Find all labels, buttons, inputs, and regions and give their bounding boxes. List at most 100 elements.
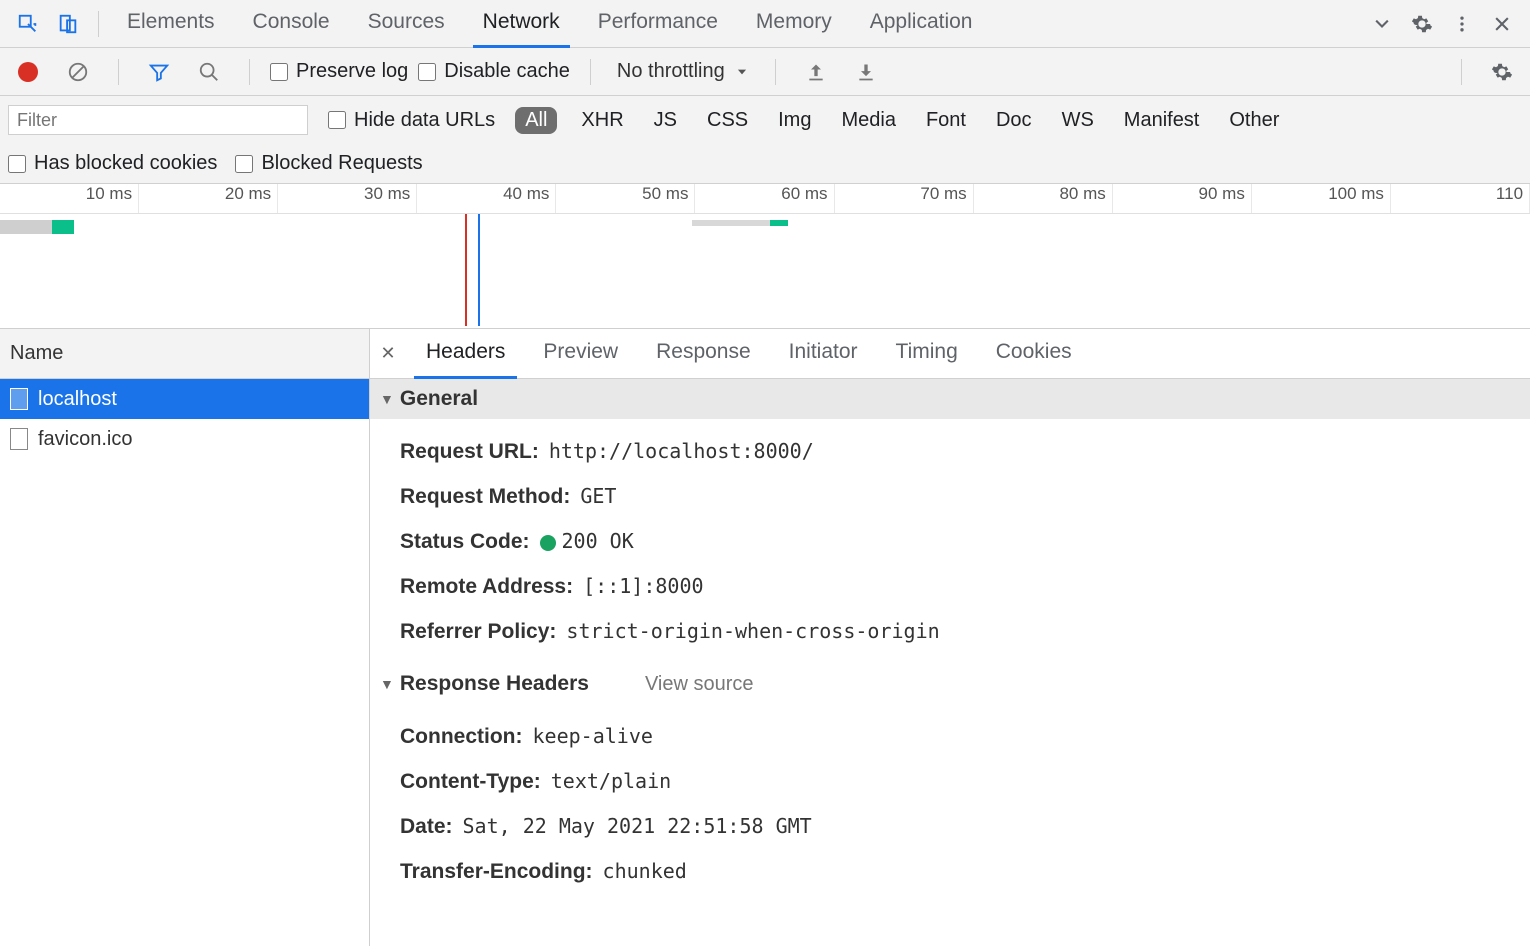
filter-pill-all[interactable]: All (515, 107, 557, 134)
devtools-main-toolbar: Elements Console Sources Network Performance… (0, 0, 1530, 48)
request-detail-pane: ✕ Headers Preview Response Initiator Timing C… (370, 329, 1530, 946)
request-list-pane: Name localhost favicon.ico (0, 329, 370, 946)
transfer-encoding-value: chunked (603, 859, 687, 883)
blocked-requests-label: Blocked Requests (261, 152, 422, 175)
filter-pill-media[interactable]: Media (835, 107, 901, 134)
status-dot-icon (540, 535, 556, 551)
has-blocked-cookies-label: Has blocked cookies (34, 152, 217, 175)
filter-pill-xhr[interactable]: XHR (575, 107, 629, 134)
general-block: Request URL:http://localhost:8000/ Reque… (370, 419, 1530, 664)
divider (1461, 59, 1462, 85)
name-column-header[interactable]: Name (0, 329, 369, 379)
detail-tab-timing[interactable]: Timing (884, 329, 970, 379)
panel-tabs: Elements Console Sources Network Performance… (109, 0, 1362, 48)
date-value: Sat, 22 May 2021 22:51:58 GMT (463, 814, 812, 838)
divider (98, 11, 99, 37)
disable-cache-label: Disable cache (444, 60, 570, 83)
timeline-tick: 80 ms (974, 184, 1113, 213)
network-settings-gear-icon[interactable] (1486, 56, 1518, 88)
close-icon[interactable] (1486, 8, 1518, 40)
filter-pill-css[interactable]: CSS (701, 107, 754, 134)
referrer-policy-value: strict-origin-when-cross-origin (566, 619, 939, 643)
filter-bar: Hide data URLs All XHR JS CSS Img Media Font Do… (0, 96, 1530, 144)
general-label: General (400, 387, 478, 411)
remote-address-key: Remote Address: (400, 575, 573, 599)
detail-tab-response[interactable]: Response (644, 329, 763, 379)
preserve-log-label: Preserve log (296, 60, 408, 83)
hide-data-urls-checkbox[interactable]: Hide data URLs (328, 109, 495, 132)
load-line (478, 214, 480, 326)
timeline-ruler: 10 ms20 ms30 ms40 ms50 ms60 ms70 ms80 ms… (0, 184, 1530, 214)
request-name: favicon.ico (38, 428, 133, 451)
general-section-header[interactable]: ▼ General (370, 379, 1530, 419)
tab-console[interactable]: Console (243, 0, 340, 48)
tab-sources[interactable]: Sources (358, 0, 455, 48)
timeline-tick: 20 ms (139, 184, 278, 213)
request-row[interactable]: localhost (0, 379, 369, 419)
clear-icon[interactable] (62, 56, 94, 88)
tab-application[interactable]: Application (860, 0, 983, 48)
request-row[interactable]: favicon.ico (0, 419, 369, 459)
divider (249, 59, 250, 85)
timeline-overview[interactable]: 10 ms20 ms30 ms40 ms50 ms60 ms70 ms80 ms… (0, 184, 1530, 329)
response-headers-block: Connection:keep-alive Content-Type:text/… (370, 704, 1530, 904)
filter-input[interactable] (8, 105, 308, 135)
remote-address-value: [::1]:8000 (583, 574, 703, 598)
download-icon[interactable] (850, 56, 882, 88)
detail-tab-headers[interactable]: Headers (414, 329, 517, 379)
device-toggle-icon[interactable] (52, 8, 84, 40)
kebab-menu-icon[interactable] (1446, 8, 1478, 40)
detail-tab-initiator[interactable]: Initiator (777, 329, 870, 379)
detail-tab-cookies[interactable]: Cookies (984, 329, 1084, 379)
response-headers-section-header[interactable]: ▼ Response Headers View source (370, 664, 1530, 704)
timeline-tick: 110 (1391, 184, 1530, 213)
tab-elements[interactable]: Elements (117, 0, 225, 48)
content-type-key: Content-Type: (400, 770, 541, 794)
has-blocked-cookies-checkbox[interactable]: Has blocked cookies (8, 152, 217, 175)
view-source-link[interactable]: View source (645, 673, 754, 696)
filter-pill-doc[interactable]: Doc (990, 107, 1038, 134)
disable-cache-checkbox[interactable]: Disable cache (418, 60, 570, 83)
tab-performance[interactable]: Performance (588, 0, 728, 48)
network-content: Name localhost favicon.ico ✕ Headers Previ… (0, 329, 1530, 946)
timeline-tick: 40 ms (417, 184, 556, 213)
filter-icon[interactable] (143, 56, 175, 88)
timeline-body (0, 214, 1530, 326)
document-icon (10, 428, 28, 450)
dom-content-loaded-line (465, 214, 467, 326)
timeline-bar (0, 220, 52, 234)
filter-pill-js[interactable]: JS (648, 107, 683, 134)
more-panels-icon[interactable] (1366, 8, 1398, 40)
request-name: localhost (38, 388, 117, 411)
upload-icon[interactable] (800, 56, 832, 88)
timeline-bar (52, 220, 74, 234)
close-details-icon[interactable]: ✕ (376, 342, 400, 366)
tab-memory[interactable]: Memory (746, 0, 842, 48)
hide-data-urls-label: Hide data URLs (354, 109, 495, 132)
timeline-tick: 10 ms (0, 184, 139, 213)
transfer-encoding-key: Transfer-Encoding: (400, 860, 593, 884)
tab-network[interactable]: Network (473, 0, 570, 48)
record-icon[interactable] (12, 56, 44, 88)
filter-pill-font[interactable]: Font (920, 107, 972, 134)
status-code-key: Status Code: (400, 530, 530, 554)
filter-pill-img[interactable]: Img (772, 107, 817, 134)
gear-icon[interactable] (1406, 8, 1438, 40)
throttling-select[interactable]: No throttling (611, 60, 755, 83)
filter-pill-other[interactable]: Other (1223, 107, 1285, 134)
detail-tab-preview[interactable]: Preview (531, 329, 630, 379)
timeline-tick: 30 ms (278, 184, 417, 213)
connection-value: keep-alive (532, 724, 652, 748)
disclosure-triangle-icon: ▼ (380, 676, 394, 692)
inspect-element-icon[interactable] (12, 8, 44, 40)
throttling-label: No throttling (617, 60, 725, 83)
preserve-log-checkbox[interactable]: Preserve log (270, 60, 408, 83)
timeline-bar (770, 220, 788, 226)
filter-pill-manifest[interactable]: Manifest (1118, 107, 1206, 134)
request-url-key: Request URL: (400, 440, 539, 464)
divider (590, 59, 591, 85)
timeline-tick: 70 ms (835, 184, 974, 213)
blocked-requests-checkbox[interactable]: Blocked Requests (235, 152, 422, 175)
search-icon[interactable] (193, 56, 225, 88)
filter-pill-ws[interactable]: WS (1056, 107, 1100, 134)
